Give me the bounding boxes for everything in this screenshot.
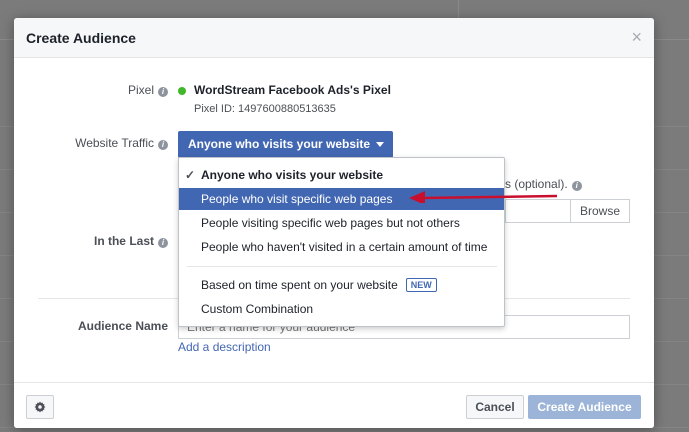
- pixel-label: Pixel: [127, 83, 154, 97]
- check-icon: ✓: [185, 168, 196, 182]
- audience-name-label: Audience Name: [77, 319, 168, 333]
- website-traffic-dropdown[interactable]: Anyone who visits your website: [178, 131, 393, 158]
- help-circle-icon[interactable]: i: [158, 238, 168, 248]
- help-circle-icon[interactable]: i: [158, 140, 168, 150]
- website-traffic-label: Website Traffic: [75, 136, 154, 150]
- annotation-arrow-icon: [409, 191, 558, 203]
- create-audience-button[interactable]: Create Audience: [528, 395, 641, 419]
- pixel-status-dot: [178, 87, 186, 95]
- menu-separator: [187, 266, 497, 267]
- settings-button[interactable]: [26, 395, 54, 419]
- gear-icon: [34, 401, 46, 413]
- menu-item-not-visited[interactable]: People who haven't visited in a certain …: [179, 236, 504, 258]
- menu-item-time-spent[interactable]: Based on time spent on your website NEW: [179, 274, 504, 296]
- pixel-id: Pixel ID: 1497600880513635: [194, 103, 336, 115]
- create-audience-dialog: Create Audience × Pixel i WordStream Face…: [14, 18, 654, 428]
- pixel-label-row: Pixel i: [128, 83, 168, 97]
- in-the-last-label-row: In the Last i: [94, 234, 168, 248]
- help-circle-icon[interactable]: i: [158, 87, 168, 97]
- website-traffic-selected: Anyone who visits your website: [188, 137, 371, 151]
- close-icon[interactable]: ×: [631, 28, 642, 46]
- new-badge: NEW: [405, 278, 437, 292]
- in-the-last-label: In the Last: [93, 234, 154, 248]
- menu-item-custom-combination[interactable]: Custom Combination: [179, 298, 504, 320]
- browse-button[interactable]: Browse: [570, 199, 630, 223]
- website-traffic-menu: ✓ Anyone who visits your website People …: [178, 157, 505, 327]
- dialog-footer: Cancel Create Audience: [14, 382, 654, 428]
- cancel-button[interactable]: Cancel: [466, 395, 524, 419]
- help-circle-icon[interactable]: i: [571, 181, 582, 191]
- website-traffic-label-row: Website Traffic i: [75, 136, 168, 150]
- caret-down-icon: [376, 142, 385, 147]
- pixel-name: WordStream Facebook Ads's Pixel: [194, 83, 391, 97]
- add-description-link[interactable]: Add a description: [178, 340, 271, 354]
- menu-item-specific-pages-not-others[interactable]: People visiting specific web pages but n…: [179, 212, 504, 234]
- dialog-header: Create Audience ×: [14, 18, 654, 58]
- menu-item-anyone[interactable]: ✓ Anyone who visits your website: [179, 164, 504, 186]
- dialog-title: Create Audience: [26, 30, 136, 46]
